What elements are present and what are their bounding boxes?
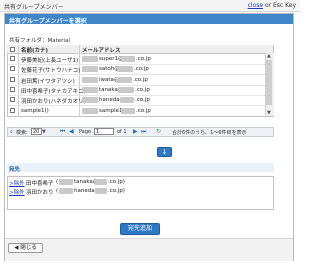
paren-open: ( [56, 188, 59, 194]
redacted-text [120, 97, 134, 103]
pager-summary: 合計6件のうち、1～6件目を表示 [172, 130, 247, 136]
close-hint: close or Esc Key [248, 2, 296, 9]
dialog-footer [5, 238, 293, 261]
redacted-text [82, 56, 98, 62]
page-count: of 1 [117, 129, 127, 135]
row-divider [8, 64, 273, 65]
next-page-icon[interactable]: ▶ [133, 128, 138, 135]
destination-email-suffix: .co.jp) [108, 188, 125, 194]
member-name: 佐藤花子(サトウハナコ) [21, 68, 81, 74]
row-checkbox[interactable] [10, 97, 15, 102]
remove-link[interactable]: >除外 [9, 188, 25, 196]
row-checkbox[interactable] [10, 87, 15, 92]
destination-header [7, 163, 274, 172]
close-button-label: 閉じる [20, 245, 37, 251]
row-divider [8, 105, 273, 106]
remove-link[interactable]: >除外 [9, 179, 25, 187]
redacted-text [82, 77, 98, 83]
row-divider [8, 95, 273, 96]
prev-page-icon[interactable]: ◀ [69, 128, 74, 135]
member-email-suffix: .co.jp [133, 77, 148, 83]
search-label: 検索: [16, 130, 28, 136]
redacted-text [121, 108, 135, 114]
redacted-text [118, 87, 134, 93]
column-header-email[interactable]: メールアドレス [82, 46, 121, 54]
redacted-text [82, 66, 98, 72]
redacted-text [117, 66, 133, 72]
row-divider [8, 74, 273, 75]
close-link[interactable]: close [248, 2, 263, 9]
search-icon[interactable]: ⌕ [10, 129, 13, 135]
add-destination-button[interactable]: 宛先追加 [120, 223, 160, 235]
refresh-icon[interactable]: ↻ [156, 128, 161, 135]
page-label: Page [79, 129, 92, 135]
member-email-suffix: .co.jp [135, 97, 150, 103]
redacted-text [82, 108, 98, 114]
column-divider [18, 45, 19, 117]
member-email-suffix: .co.jp [136, 56, 151, 62]
chevron-down-icon[interactable]: ▼ [42, 129, 46, 135]
member-name: 伊藤美紀(上長ユーザ1) [21, 58, 79, 64]
member-email-suffix: .co.jp [136, 108, 151, 114]
arrow-down-icon: ↓ [161, 148, 168, 156]
redacted-text [95, 188, 107, 194]
page-size-select[interactable]: 20 [31, 128, 42, 135]
redacted-text [116, 77, 132, 83]
destination-name: 田中喜希子 [26, 181, 54, 187]
member-email-prefix: super1@ [99, 56, 124, 62]
first-page-icon[interactable]: ⏮ [60, 128, 65, 136]
destination-email-suffix: .co.jp) [108, 179, 125, 185]
member-email-suffix: .co.jp [135, 87, 150, 93]
close-suffix: or Esc Key [263, 2, 296, 9]
redacted-text [82, 87, 98, 93]
dialog-header-title: 共有グループメンバーを選択 [9, 18, 87, 25]
column-divider [79, 45, 80, 117]
destination-label: 宛先 [9, 167, 21, 173]
row-checkbox[interactable] [10, 66, 15, 71]
member-name: 田中喜希子(タナカアキコ) [21, 89, 86, 95]
member-email-suffix: .co.jp [134, 66, 149, 72]
move-to-destination-button[interactable]: ↓ [157, 147, 172, 157]
grid-scrollbar-thumb[interactable] [266, 60, 272, 105]
redacted-text [121, 56, 135, 62]
window-title: 共有グループメンバー [4, 4, 64, 11]
row-divider [8, 85, 273, 86]
member-name: sample1() [21, 108, 49, 114]
page-input[interactable]: 1 [94, 128, 114, 135]
paren-open: ( [56, 179, 59, 185]
member-name: 岩田篤(イワタアツシ) [21, 79, 75, 85]
scroll-down-icon[interactable]: ▼ [267, 110, 271, 116]
scroll-up-icon[interactable]: ▲ [267, 53, 271, 59]
row-checkbox[interactable] [10, 108, 15, 113]
destination-name: 羽田かおり [26, 190, 54, 196]
redacted-text [59, 188, 73, 194]
last-page-icon[interactable]: ⏭ [141, 128, 146, 136]
row-checkbox[interactable] [10, 56, 15, 61]
member-name: 羽田かおり(ハネダカオリ) [21, 99, 86, 105]
redacted-text [59, 179, 73, 185]
row-checkbox[interactable] [10, 77, 15, 82]
column-header-name[interactable]: 名前(カナ) [21, 46, 48, 54]
redacted-text [82, 97, 98, 103]
folder-label: 共有フォルダ：Material [9, 38, 70, 44]
redacted-text [95, 179, 107, 185]
close-button[interactable]: ◀ 閉じる [8, 243, 43, 253]
select-all-checkbox[interactable] [10, 46, 15, 52]
